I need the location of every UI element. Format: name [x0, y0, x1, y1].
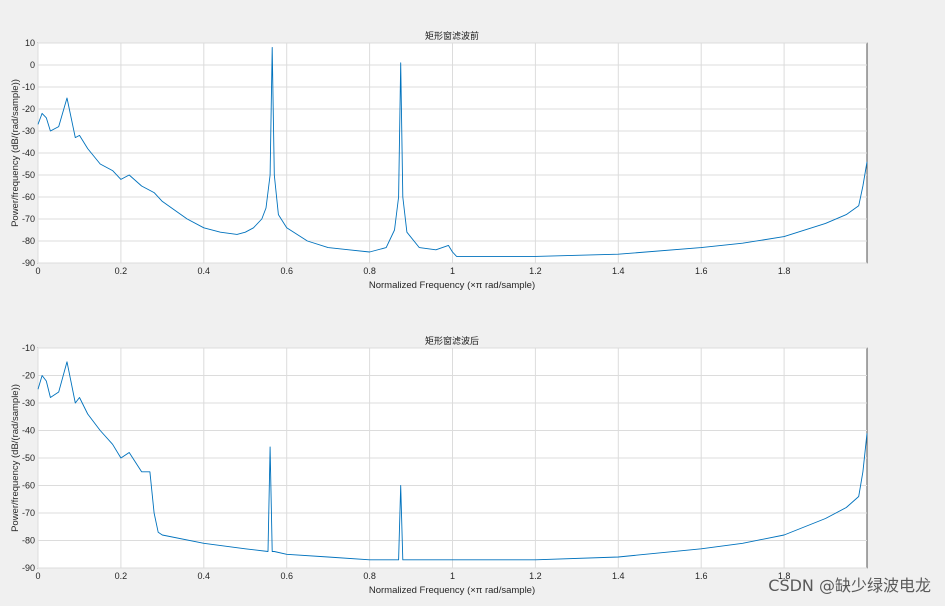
y-tick-label: -80: [22, 536, 35, 546]
x-tick-label: 0.4: [198, 571, 211, 581]
x-tick-label: 1.2: [529, 571, 542, 581]
watermark-text: CSDN @缺少绿波电龙: [768, 576, 931, 595]
y-tick-label: -70: [22, 214, 35, 224]
x-tick-label: 0.6: [280, 571, 293, 581]
x-tick-label: 0.4: [198, 266, 211, 276]
y-tick-label: -40: [22, 426, 35, 436]
figure-canvas: 矩形窗滤波前 0 0.2 0.4 0.6 0.8 1 1.2 1.4 1.6 1.8 100-10…: [10, 30, 868, 596]
x-axis-label-2: Normalized Frequency (×π rad/sample): [369, 585, 535, 596]
x-tick-label: 1.4: [612, 571, 625, 581]
x-tick-label: 0.8: [363, 571, 376, 581]
x-tick-label: 1.2: [529, 266, 542, 276]
x-tick-label: 0.2: [115, 571, 128, 581]
axes-1: 矩形窗滤波前 0 0.2 0.4 0.6 0.8 1 1.2 1.4 1.6 1.8 10 0 -10…: [10, 30, 868, 291]
x-tick-label: 0: [35, 571, 40, 581]
x-tick-label: 1.8: [778, 266, 791, 276]
y-tick-label: -90: [22, 258, 35, 268]
y-tick-label: -60: [22, 481, 35, 491]
x-tick-label: 0.6: [280, 266, 293, 276]
y-tick-label: -80: [22, 236, 35, 246]
chart-title-1: 矩形窗滤波前: [425, 30, 479, 42]
x-tick-label: 0.2: [115, 266, 128, 276]
y-tick-label: -90: [22, 563, 35, 573]
y-axis-label-1: Power/frequency (dB/(rad/sample)): [10, 79, 21, 227]
x-tick-labels-2: 0 0.2 0.4 0.6 0.8 1 1.2 1.4 1.6 1.8: [35, 571, 790, 581]
x-tick-labels-1: 0 0.2 0.4 0.6 0.8 1 1.2 1.4 1.6 1.8: [35, 266, 790, 276]
y-tick-label: -40: [22, 148, 35, 158]
x-tick-label: 0.8: [363, 266, 376, 276]
chart-title-2: 矩形窗滤波后: [425, 335, 479, 347]
y-tick-label: -30: [22, 398, 35, 408]
y-tick-label: -20: [22, 371, 35, 381]
x-axis-label-1: Normalized Frequency (×π rad/sample): [369, 280, 535, 291]
y-tick-label: 0: [30, 60, 35, 70]
y-tick-label: -10: [22, 343, 35, 353]
y-tick-labels-1: 10 0 -10 -20 -30 -40 -50 -60 -70 -80 -90: [22, 38, 35, 268]
x-tick-label: 1.4: [612, 266, 625, 276]
axes-2: 矩形窗滤波后 0 0.2 0.4 0.6 0.8 1 1.2 1.4 1.6 1.8 -10-20…: [10, 335, 868, 596]
y-tick-label: -50: [22, 170, 35, 180]
y-tick-label: 10: [25, 38, 35, 48]
x-tick-label: 0: [35, 266, 40, 276]
y-tick-label: -60: [22, 192, 35, 202]
x-tick-label: 1: [450, 266, 455, 276]
x-tick-label: 1.6: [695, 571, 708, 581]
y-tick-label: -10: [22, 82, 35, 92]
y-tick-label: -30: [22, 126, 35, 136]
y-tick-label: -70: [22, 508, 35, 518]
y-tick-label: -20: [22, 104, 35, 114]
x-tick-label: 1: [450, 571, 455, 581]
y-axis-label-2: Power/frequency (dB/(rad/sample)): [10, 384, 21, 532]
x-tick-label: 1.6: [695, 266, 708, 276]
y-tick-labels-2: -10 -20 -30 -40 -50 -60 -70 -80 -90: [22, 343, 35, 573]
y-tick-label: -50: [22, 453, 35, 463]
